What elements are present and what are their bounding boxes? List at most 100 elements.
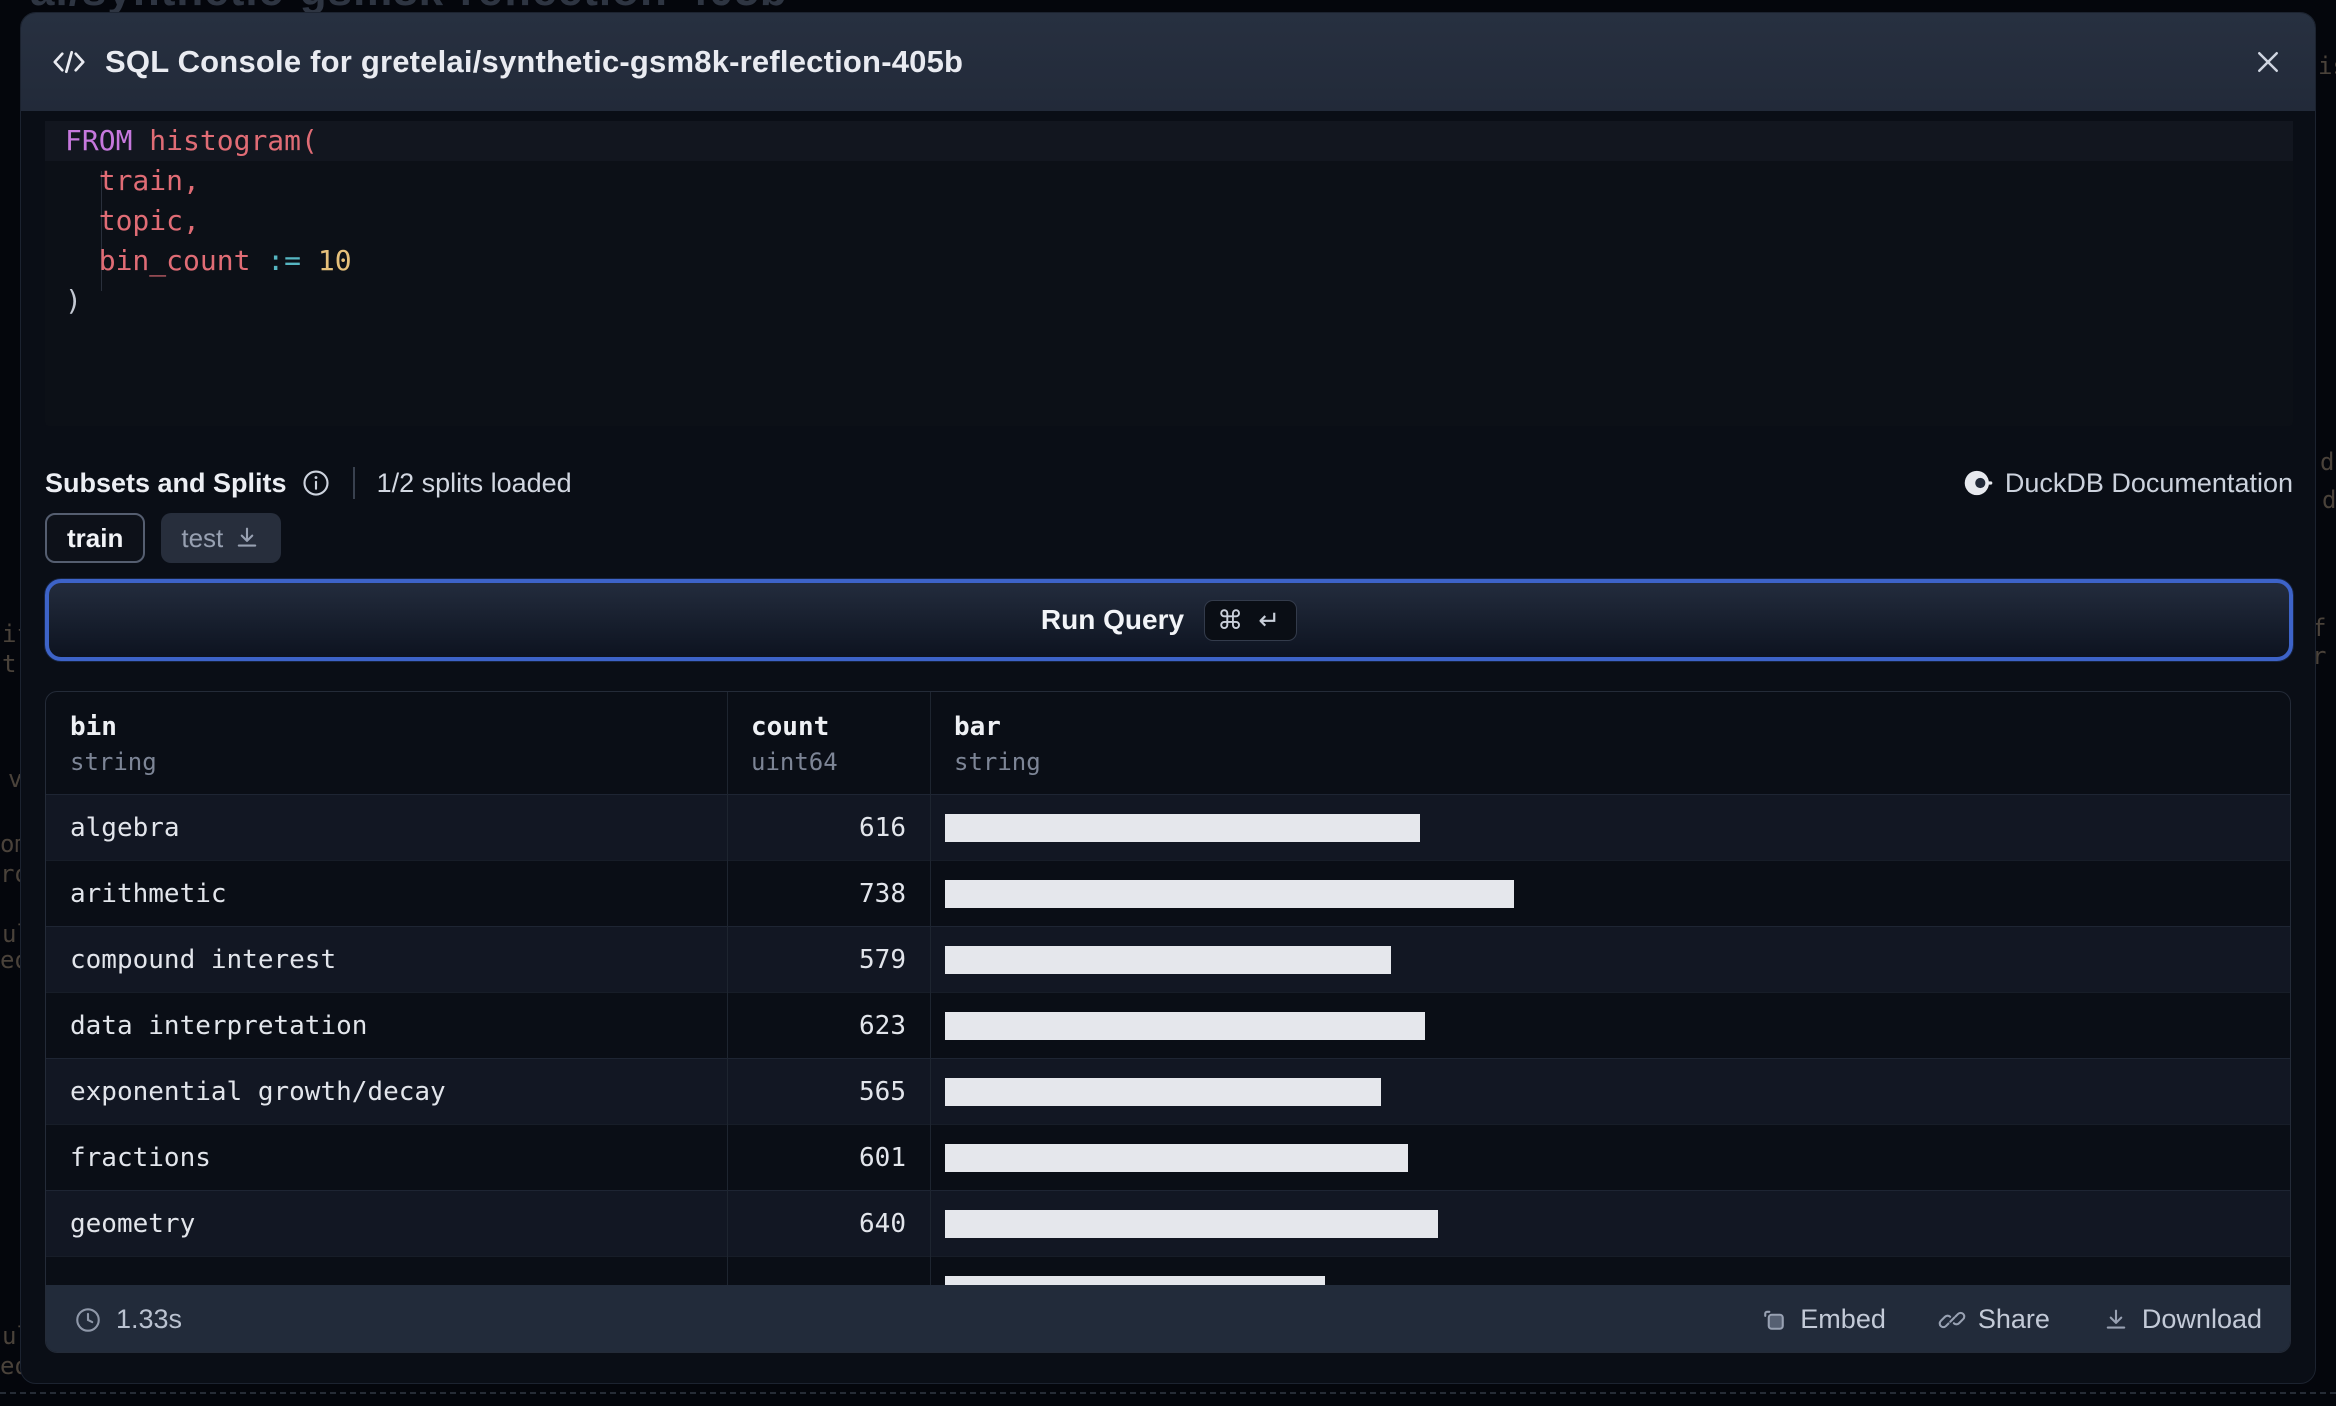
cell-bin: geometry (70, 1208, 196, 1239)
table-row (46, 1256, 2290, 1285)
cell-count: 738 (859, 878, 906, 909)
modal-title: SQL Console for gretelai/synthetic-gsm8k… (105, 44, 964, 79)
download-label: Download (2141, 1304, 2262, 1334)
vertical-separator (352, 467, 355, 499)
split-chip-train[interactable]: train (45, 513, 146, 563)
background-fragment: d (2320, 448, 2335, 476)
cell-count: 623 (859, 1010, 906, 1041)
embed-button[interactable]: Embed (1760, 1304, 1886, 1335)
cell-bin: exponential growth/decay (70, 1076, 446, 1107)
run-query-shortcut: ⌘ ↵ (1204, 599, 1298, 641)
cell-count: 601 (859, 1142, 906, 1173)
sql-editor[interactable]: FROM histogram( train, topic, bin_count … (45, 121, 2293, 426)
histogram-bar (945, 813, 1420, 842)
table-row: fractions 601 (46, 1124, 2290, 1190)
code-token: histogram( (149, 124, 318, 157)
screen: ai/synthetic-gsm8k-reflection-405b iftrv… (0, 0, 2336, 1406)
cell-count: 640 (859, 1208, 906, 1239)
share-icon (1938, 1306, 1966, 1334)
split-chip-label: train (67, 522, 124, 553)
column-divider (930, 692, 931, 1285)
download-icon (2102, 1306, 2130, 1334)
duckdb-documentation-link[interactable]: DuckDB Documentation (1963, 468, 2293, 499)
cell-bar (930, 1125, 2290, 1190)
cell-bin: compound interest (70, 944, 337, 975)
code-token: 10 (317, 244, 352, 277)
cell-bar (930, 795, 2290, 860)
column-name: count (751, 712, 830, 742)
results-table[interactable]: bin string count uint64 bar string algebra 616 a… (46, 692, 2290, 1285)
query-duration: 1.33s (74, 1304, 182, 1335)
code-token: ) (65, 284, 82, 317)
splits-row: Subsets and Splits 1/2 splits loaded Duc… (45, 461, 2293, 505)
code-token: train, (98, 164, 200, 197)
splits-heading: Subsets and Splits (45, 467, 287, 498)
splits-status: 1/2 splits loaded (376, 467, 572, 498)
code-token: FROM (65, 124, 133, 157)
cell-bar (930, 1191, 2290, 1256)
sql-console-modal: SQL Console for gretelai/synthetic-gsm8k… (20, 12, 2316, 1384)
embed-icon (1760, 1306, 1788, 1334)
column-header-count: count uint64 (727, 692, 930, 794)
column-name: bin (70, 712, 117, 742)
column-type: string (954, 748, 1041, 776)
clock-icon (76, 1307, 100, 1332)
split-chip-label: test (181, 522, 224, 553)
table-row: algebra 616 (46, 794, 2290, 860)
download-button[interactable]: Download (2102, 1304, 2262, 1335)
cell-bar (930, 1059, 2290, 1124)
results-footer: 1.33s Embed Share Download (46, 1285, 2290, 1352)
code-line: FROM histogram( (45, 121, 2293, 161)
share-button[interactable]: Share (1938, 1304, 2050, 1335)
table-row: compound interest 579 (46, 926, 2290, 992)
cell-bin: fractions (70, 1142, 211, 1173)
column-type: string (70, 748, 157, 776)
run-query-label: Run Query (1040, 604, 1185, 635)
column-name: bar (954, 712, 1001, 742)
split-chips: train test (45, 513, 282, 563)
background-divider (0, 1392, 2336, 1394)
cell-count: 616 (859, 812, 906, 843)
split-chip-test[interactable]: test (161, 513, 282, 563)
code-token: topic, (98, 204, 200, 237)
table-row: arithmetic 738 (46, 860, 2290, 926)
histogram-bar (945, 945, 1391, 974)
code-token: bin_count (98, 244, 251, 277)
code-line: ) (45, 281, 2293, 321)
cell-count: 565 (859, 1076, 906, 1107)
histogram-bar (945, 1077, 1381, 1106)
run-query-button[interactable]: Run Query ⌘ ↵ (45, 579, 2293, 661)
table-row: exponential growth/decay 565 (46, 1058, 2290, 1124)
table-row: geometry 640 (46, 1190, 2290, 1256)
modal-header: SQL Console for gretelai/synthetic-gsm8k… (21, 13, 2315, 111)
query-results-panel: bin string count uint64 bar string algebra 616 a… (45, 691, 2291, 1353)
histogram-bar (945, 1011, 1425, 1040)
table-header-row: bin string count uint64 bar string (46, 692, 2290, 794)
cell-bar (930, 993, 2290, 1058)
cell-bin: arithmetic (70, 878, 227, 909)
code-line: topic, (45, 201, 2293, 241)
column-header-bar: bar string (930, 692, 2290, 794)
cell-bar (930, 927, 2290, 992)
duckdb-documentation-label: DuckDB Documentation (2004, 467, 2293, 498)
column-header-bin: bin string (46, 692, 727, 794)
histogram-bar (945, 1209, 1438, 1238)
duckdb-logo-icon (1964, 470, 1993, 496)
share-label: Share (1977, 1304, 2050, 1334)
cell-bin (46, 1257, 727, 1285)
close-icon[interactable] (2243, 37, 2293, 87)
table-row: data interpretation 623 (46, 992, 2290, 1058)
info-icon[interactable] (301, 468, 331, 498)
cell-count (727, 1257, 930, 1285)
code-line: train, (45, 161, 2293, 201)
histogram-bar (945, 1143, 1408, 1172)
embed-label: Embed (1800, 1304, 1886, 1334)
cell-bin: data interpretation (70, 1010, 368, 1041)
cell-bin: algebra (70, 812, 180, 843)
